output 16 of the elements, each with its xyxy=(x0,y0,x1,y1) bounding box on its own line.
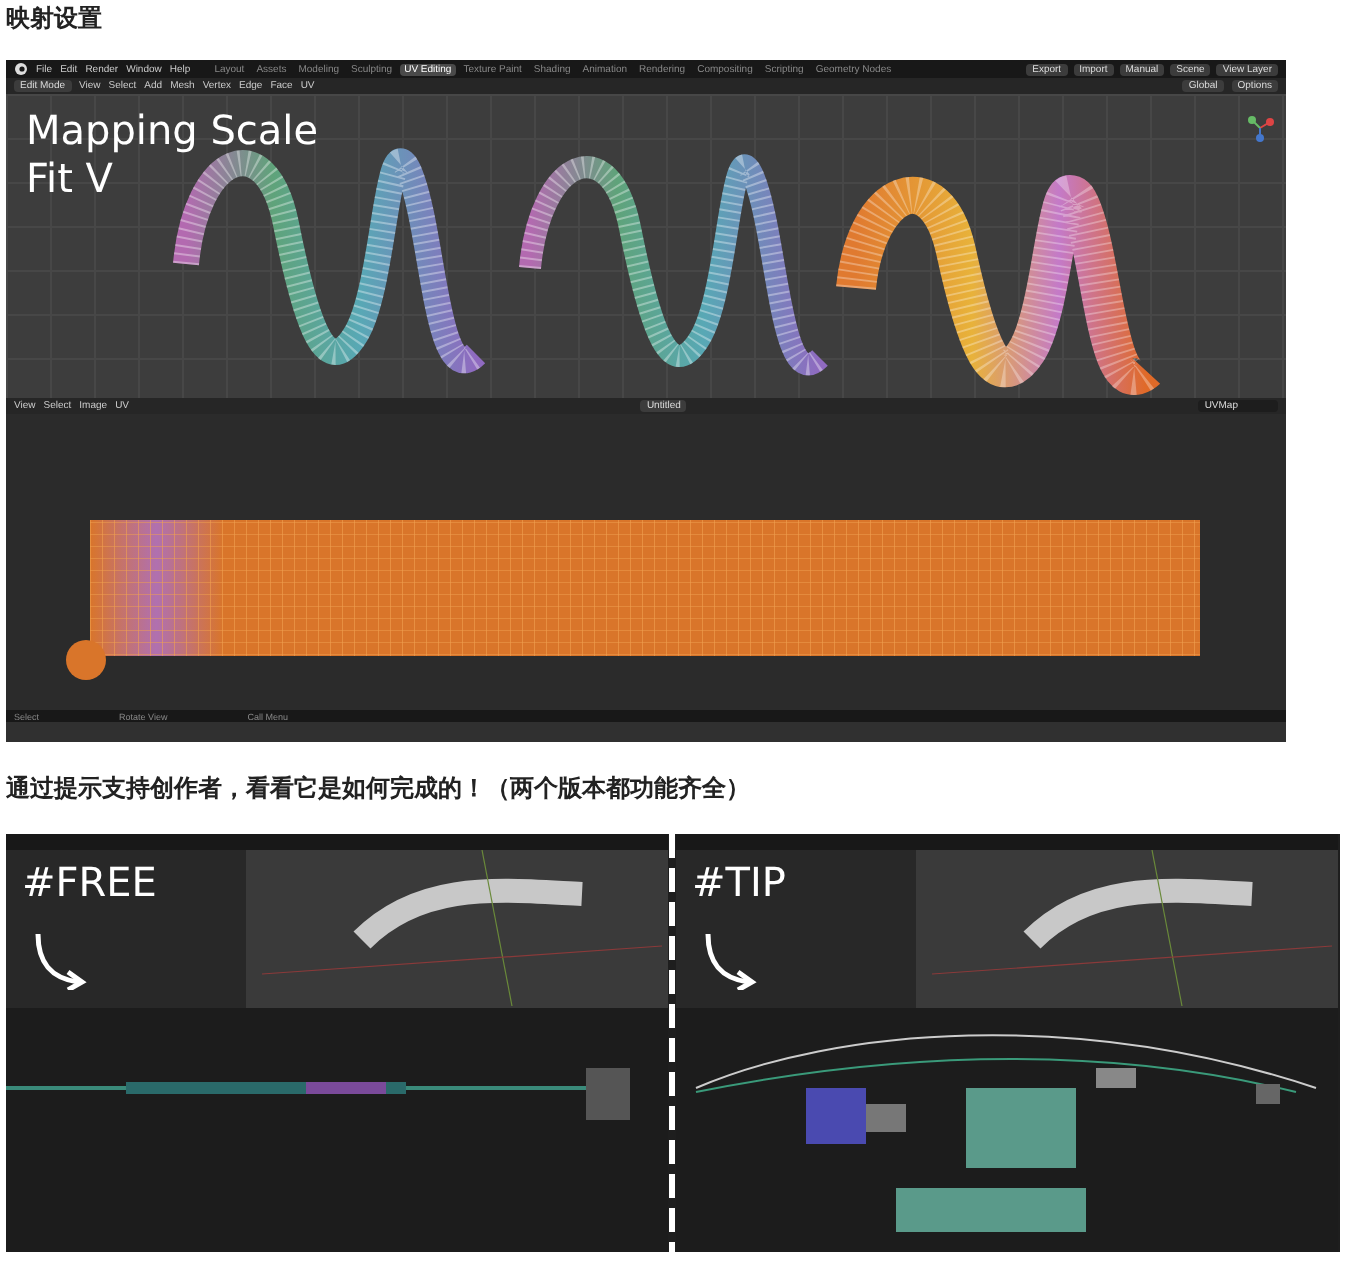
node[interactable] xyxy=(1256,1084,1280,1104)
curved-arrow-icon xyxy=(700,929,760,990)
axis-gizmo-icon xyxy=(1246,114,1274,142)
section-heading: 映射设置 xyxy=(6,4,104,36)
node-frame[interactable] xyxy=(806,1088,866,1144)
caption-text: 通过提示支持创作者，看看它是如何完成的！（两个版本都功能齐全） xyxy=(6,771,752,805)
node[interactable] xyxy=(586,1068,630,1120)
node[interactable] xyxy=(866,1104,906,1132)
overlay-title: Mapping Scale xyxy=(26,106,318,154)
node-frame[interactable] xyxy=(896,1188,1086,1232)
overlay-title: #TIP xyxy=(690,855,788,906)
overlay-title: #FREE xyxy=(20,855,159,906)
node[interactable] xyxy=(1096,1068,1136,1088)
curved-arrow-icon xyxy=(30,929,90,990)
node-frame[interactable] xyxy=(966,1088,1076,1168)
overlay-title: Fit V xyxy=(26,154,115,202)
